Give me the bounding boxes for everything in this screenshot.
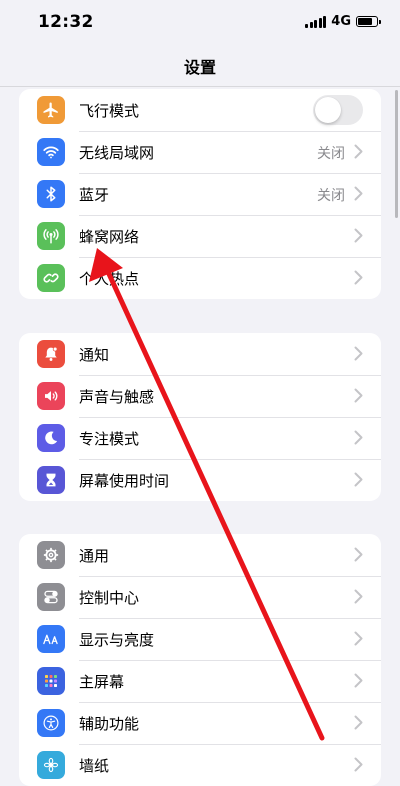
chevron-right-icon: [354, 472, 363, 487]
status-bar: 12:32 4G: [0, 0, 400, 44]
settings-row-label: 专注模式: [79, 430, 140, 448]
airplane-icon: [37, 96, 65, 124]
chevron-right-icon: [354, 547, 363, 562]
settings-group-connectivity: 飞行模式 无线局域网 关闭 蓝牙 关闭 蜂窝网络 个人热点: [19, 89, 381, 299]
moon-icon: [37, 424, 65, 452]
hourglass-icon: [37, 466, 65, 494]
chevron-right-icon: [354, 388, 363, 403]
status-indicators: 4G: [305, 14, 381, 29]
bluetooth-icon: [37, 180, 65, 208]
home-screen-icon: [37, 667, 65, 695]
notification-icon: [37, 340, 65, 368]
settings-row-label: 显示与亮度: [79, 631, 155, 649]
chevron-right-icon: [354, 430, 363, 445]
settings-row-label: 个人热点: [79, 270, 140, 288]
settings-row-value: 关闭: [317, 146, 345, 162]
settings-row-wallpaper[interactable]: 墙纸: [19, 744, 381, 786]
page-title: 设置: [183, 58, 216, 77]
chevron-right-icon: [354, 631, 363, 646]
wifi-icon: [37, 138, 65, 166]
chevron-right-icon: [354, 589, 363, 604]
chevron-right-icon: [354, 757, 363, 772]
network-type: 4G: [331, 14, 351, 29]
settings-row-wifi[interactable]: 无线局域网 关闭: [19, 131, 381, 173]
settings-row-label: 通知: [79, 346, 110, 364]
control-center-icon: [37, 583, 65, 611]
settings-row-sounds-haptics[interactable]: 声音与触感: [19, 375, 381, 417]
settings-row-label: 通用: [79, 547, 110, 565]
chevron-right-icon: [354, 673, 363, 688]
chevron-right-icon: [354, 346, 363, 361]
display-icon: [37, 625, 65, 653]
settings-row-display-brightness[interactable]: 显示与亮度: [19, 618, 381, 660]
battery-icon: [356, 16, 381, 27]
sound-icon: [37, 382, 65, 410]
settings-group-notifications: 通知 声音与触感 专注模式 屏幕使用时间: [19, 333, 381, 501]
nav-divider: [0, 86, 400, 87]
chevron-right-icon: [354, 270, 363, 285]
settings-row-accessibility[interactable]: 辅助功能: [19, 702, 381, 744]
settings-row-label: 辅助功能: [79, 715, 140, 733]
cellular-icon: [37, 222, 65, 250]
scrollbar[interactable]: [395, 90, 398, 218]
settings-row-cellular[interactable]: 蜂窝网络: [19, 215, 381, 257]
settings-row-bluetooth[interactable]: 蓝牙 关闭: [19, 173, 381, 215]
settings-row-control-center[interactable]: 控制中心: [19, 576, 381, 618]
settings-row-focus[interactable]: 专注模式: [19, 417, 381, 459]
wallpaper-icon: [37, 751, 65, 779]
signal-icon: [305, 15, 327, 28]
settings-row-personal-hotspot[interactable]: 个人热点: [19, 257, 381, 299]
chevron-right-icon: [354, 228, 363, 243]
status-time: 12:32: [38, 12, 94, 32]
chevron-right-icon: [354, 715, 363, 730]
settings-row-screen-time[interactable]: 屏幕使用时间: [19, 459, 381, 501]
toggle-knob: [315, 97, 341, 123]
settings-row-home-screen[interactable]: 主屏幕: [19, 660, 381, 702]
settings-row-notifications[interactable]: 通知: [19, 333, 381, 375]
settings-row-label: 墙纸: [79, 757, 110, 775]
accessibility-icon: [37, 709, 65, 737]
chevron-right-icon: [354, 144, 363, 159]
settings-row-label: 主屏幕: [79, 673, 125, 691]
settings-row-airplane-mode[interactable]: 飞行模式: [19, 89, 381, 131]
settings-group-general: 通用 控制中心 显示与亮度 主屏幕 辅助功能 墙纸: [19, 534, 381, 786]
settings-row-label: 控制中心: [79, 589, 140, 607]
settings-row-label: 屏幕使用时间: [79, 472, 170, 490]
gear-icon: [37, 541, 65, 569]
settings-row-label: 蜂窝网络: [79, 228, 140, 246]
settings-row-label: 声音与触感: [79, 388, 155, 406]
settings-row-value: 关闭: [317, 188, 345, 204]
settings-row-label: 蓝牙: [79, 186, 110, 204]
battery-level: [358, 18, 372, 25]
chevron-right-icon: [354, 186, 363, 201]
settings-row-label: 飞行模式: [79, 102, 140, 120]
settings-row-general[interactable]: 通用: [19, 534, 381, 576]
airplane-mode-toggle[interactable]: [313, 95, 363, 125]
settings-row-label: 无线局域网: [79, 144, 155, 162]
hotspot-icon: [37, 264, 65, 292]
